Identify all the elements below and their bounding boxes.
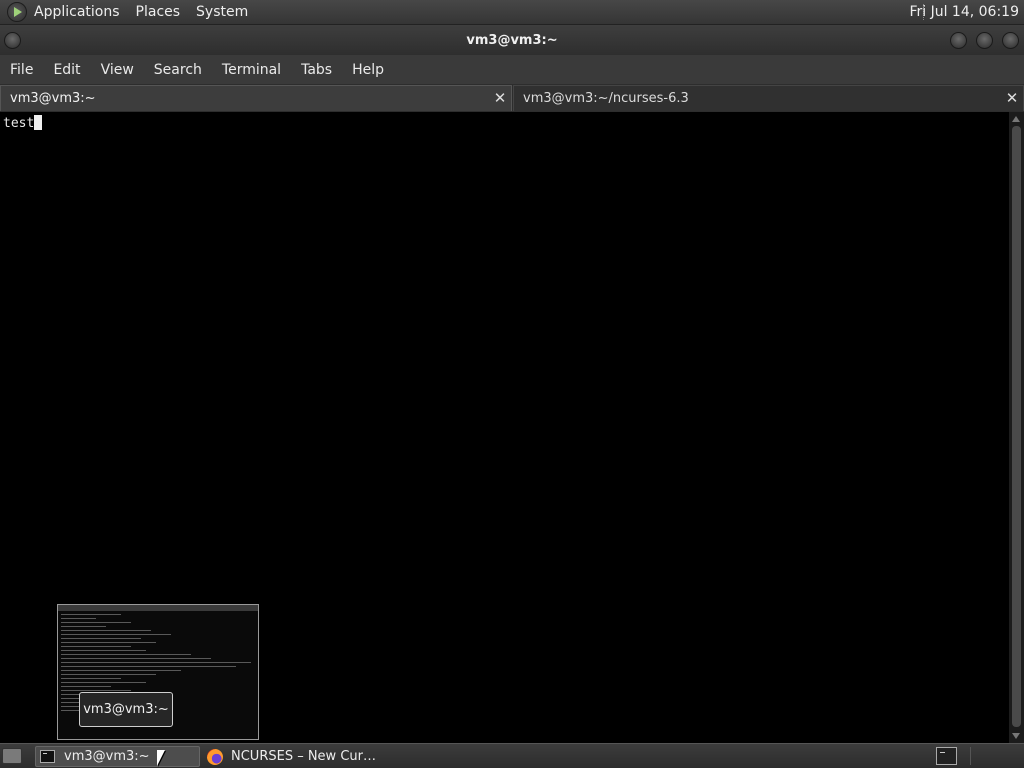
close-icon[interactable]: ✕	[1004, 90, 1020, 106]
clock[interactable]: Fri Jul 14, 06:19	[909, 4, 1019, 20]
preview-line	[61, 658, 211, 659]
preview-tooltip: vm3@vm3:~	[79, 692, 173, 727]
close-icon[interactable]: ✕	[492, 90, 508, 106]
taskbar: vm3@vm3:~ NCURSES – New Cur…	[0, 743, 1024, 768]
menu-terminal[interactable]: Terminal	[212, 62, 291, 78]
distro-logo-icon[interactable]	[7, 2, 27, 22]
top-panel: Applications Places System Fri Jul 14, 0…	[0, 0, 1024, 25]
preview-line	[61, 622, 131, 623]
menu-file[interactable]: File	[0, 62, 43, 78]
text-cursor	[34, 115, 43, 130]
tab-bar: vm3@vm3:~ ✕ vm3@vm3:~/ncurses-6.3 ✕	[0, 84, 1024, 112]
scroll-down-arrow-icon[interactable]	[1012, 733, 1020, 739]
preview-line	[61, 614, 121, 615]
tab-label: vm3@vm3:~/ncurses-6.3	[523, 91, 689, 106]
preview-line	[61, 682, 146, 683]
scrollbar[interactable]	[1009, 112, 1024, 743]
tray-separator	[970, 747, 971, 765]
menu-search[interactable]: Search	[144, 62, 212, 78]
preview-line	[61, 678, 121, 679]
show-desktop-icon[interactable]	[2, 748, 22, 764]
terminal-line: test	[3, 115, 43, 131]
taskbar-item-terminal[interactable]: vm3@vm3:~	[35, 746, 200, 767]
menu-help[interactable]: Help	[342, 62, 394, 78]
maximize-button[interactable]	[976, 32, 993, 49]
preview-line	[61, 654, 191, 655]
firefox-icon	[207, 748, 223, 765]
scroll-up-arrow-icon[interactable]	[1012, 116, 1020, 122]
terminal-text: test	[3, 116, 35, 131]
taskbar-item-label: vm3@vm3:~	[64, 749, 150, 764]
tray-terminal-icon[interactable]	[936, 747, 957, 765]
menu-tabs[interactable]: Tabs	[291, 62, 342, 78]
menubar: File Edit View Search Terminal Tabs Help	[0, 55, 1024, 84]
preview-line	[61, 650, 146, 651]
mouse-pointer-icon	[157, 750, 165, 766]
preview-line	[61, 662, 251, 663]
places-menu[interactable]: Places	[136, 4, 181, 20]
preview-line	[61, 630, 151, 631]
window-title: vm3@vm3:~	[466, 32, 558, 48]
preview-line	[61, 674, 156, 675]
minimize-button[interactable]	[950, 32, 967, 49]
tab-ncurses[interactable]: vm3@vm3:~/ncurses-6.3 ✕	[513, 85, 1024, 111]
preview-line	[61, 642, 156, 643]
preview-line	[61, 646, 131, 647]
menu-view[interactable]: View	[91, 62, 144, 78]
preview-line	[61, 626, 106, 627]
window-menu-icon[interactable]	[4, 32, 21, 49]
terminal-icon	[40, 750, 55, 763]
tab-home[interactable]: vm3@vm3:~ ✕	[0, 85, 512, 111]
preview-line	[61, 686, 111, 687]
preview-line	[61, 666, 236, 667]
scrollbar-thumb[interactable]	[1012, 126, 1021, 727]
taskbar-item-firefox[interactable]: NCURSES – New Cur…	[204, 746, 404, 767]
tab-label: vm3@vm3:~	[10, 91, 96, 106]
window-titlebar[interactable]: vm3@vm3:~	[0, 25, 1024, 55]
applications-menu[interactable]: Applications	[34, 4, 120, 20]
preview-line	[61, 634, 171, 635]
preview-line	[61, 670, 181, 671]
menu-edit[interactable]: Edit	[43, 62, 90, 78]
preview-line	[61, 638, 141, 639]
preview-menubar	[58, 605, 258, 611]
taskbar-item-label: NCURSES – New Cur…	[231, 749, 376, 764]
preview-line	[61, 690, 131, 691]
system-menu[interactable]: System	[196, 4, 248, 20]
close-window-button[interactable]	[1002, 32, 1019, 49]
preview-line	[61, 618, 96, 619]
